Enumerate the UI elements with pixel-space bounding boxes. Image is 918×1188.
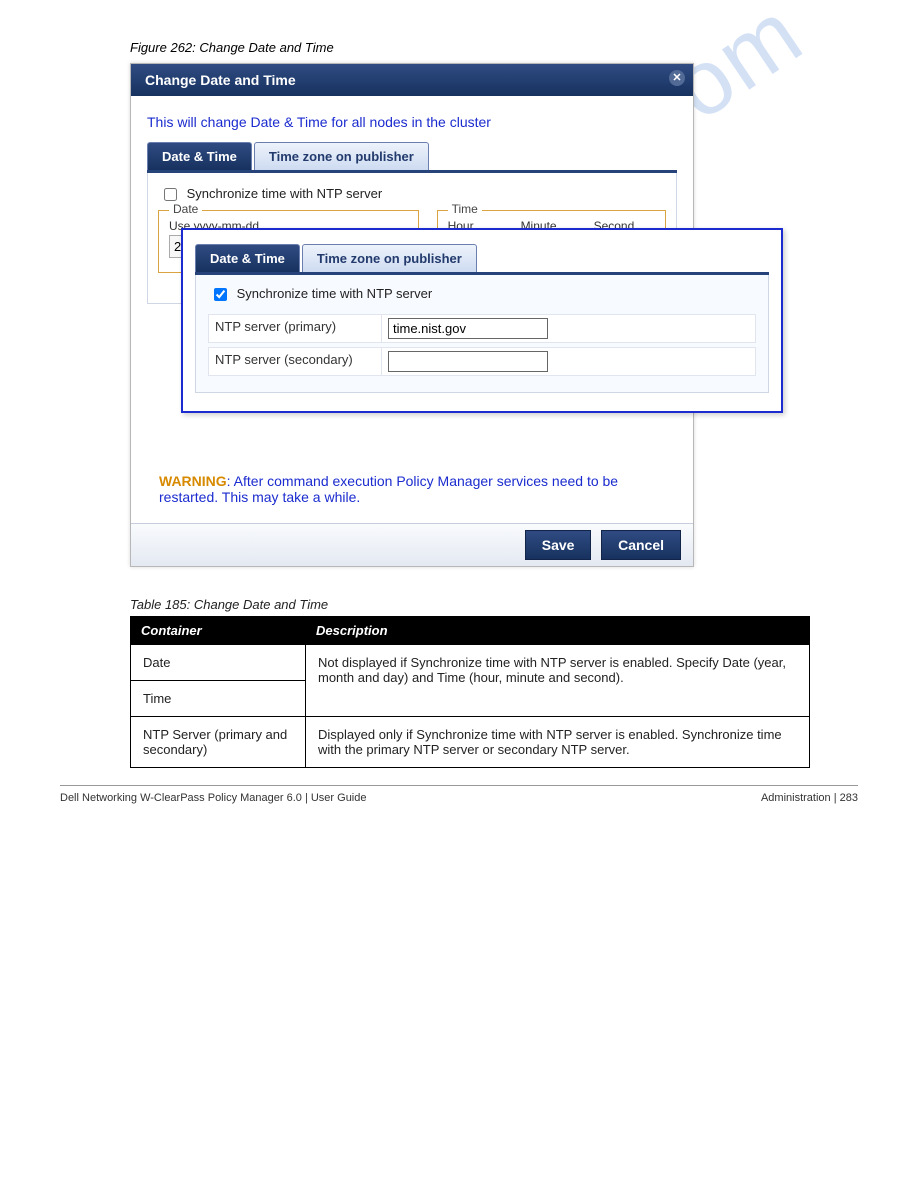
overlay-sync-ntp-checkbox[interactable] (214, 288, 227, 301)
sync-ntp-label: Synchronize time with NTP server (187, 186, 383, 201)
overlay-ntp-panel: Date & Time Time zone on publisher Synch… (181, 228, 783, 413)
overlay-sync-ntp-label: Synchronize time with NTP server (237, 286, 433, 301)
cell-description: Not displayed if Synchronize time with N… (306, 645, 810, 717)
tab-timezone-publisher[interactable]: Time zone on publisher (254, 142, 429, 170)
dialog-button-bar: Save Cancel (131, 523, 693, 566)
cell-description: Displayed only if Synchronize time with … (306, 717, 810, 768)
footer-right: Administration | 283 (761, 792, 858, 804)
time-legend: Time (448, 202, 482, 216)
warning-label: WARNING (159, 473, 227, 489)
ntp-primary-label: NTP server (primary) (209, 315, 382, 342)
page-footer: Dell Networking W-ClearPass Policy Manag… (60, 785, 858, 804)
table-row: Date Not displayed if Synchronize time w… (131, 645, 810, 681)
cell-container: Date (131, 645, 306, 681)
cancel-button[interactable]: Cancel (601, 530, 681, 560)
th-container: Container (131, 617, 306, 645)
overlay-tab-timezone[interactable]: Time zone on publisher (302, 244, 477, 272)
dialog-title-text: Change Date and Time (145, 72, 296, 88)
ntp-secondary-label: NTP server (secondary) (209, 348, 382, 375)
cell-container: NTP Server (primary and secondary) (131, 717, 306, 768)
tabstrip-outer: Date & Time Time zone on publisher (147, 142, 677, 170)
footer-left: Dell Networking W-ClearPass Policy Manag… (60, 792, 367, 804)
ntp-primary-input[interactable] (388, 318, 548, 339)
change-date-time-dialog: Change Date and Time ✕ This will change … (130, 63, 694, 567)
warning-line: WARNING: After command execution Policy … (159, 473, 665, 505)
sync-ntp-checkbox[interactable] (164, 188, 177, 201)
date-legend: Date (169, 202, 202, 216)
description-table: Container Description Date Not displayed… (130, 616, 810, 768)
overlay-tab-date-time[interactable]: Date & Time (195, 244, 300, 272)
dialog-title: Change Date and Time ✕ (131, 64, 693, 96)
warning-text: : After command execution Policy Manager… (159, 473, 618, 505)
dialog-note: This will change Date & Time for all nod… (147, 114, 677, 130)
th-description: Description (306, 617, 810, 645)
ntp-secondary-input[interactable] (388, 351, 548, 372)
cell-container: Time (131, 681, 306, 717)
table-caption: Table 185: Change Date and Time (130, 597, 858, 612)
save-button[interactable]: Save (525, 530, 592, 560)
figure-caption: Figure 262: Change Date and Time (130, 40, 858, 55)
close-icon[interactable]: ✕ (669, 70, 685, 86)
tab-date-time[interactable]: Date & Time (147, 142, 252, 170)
